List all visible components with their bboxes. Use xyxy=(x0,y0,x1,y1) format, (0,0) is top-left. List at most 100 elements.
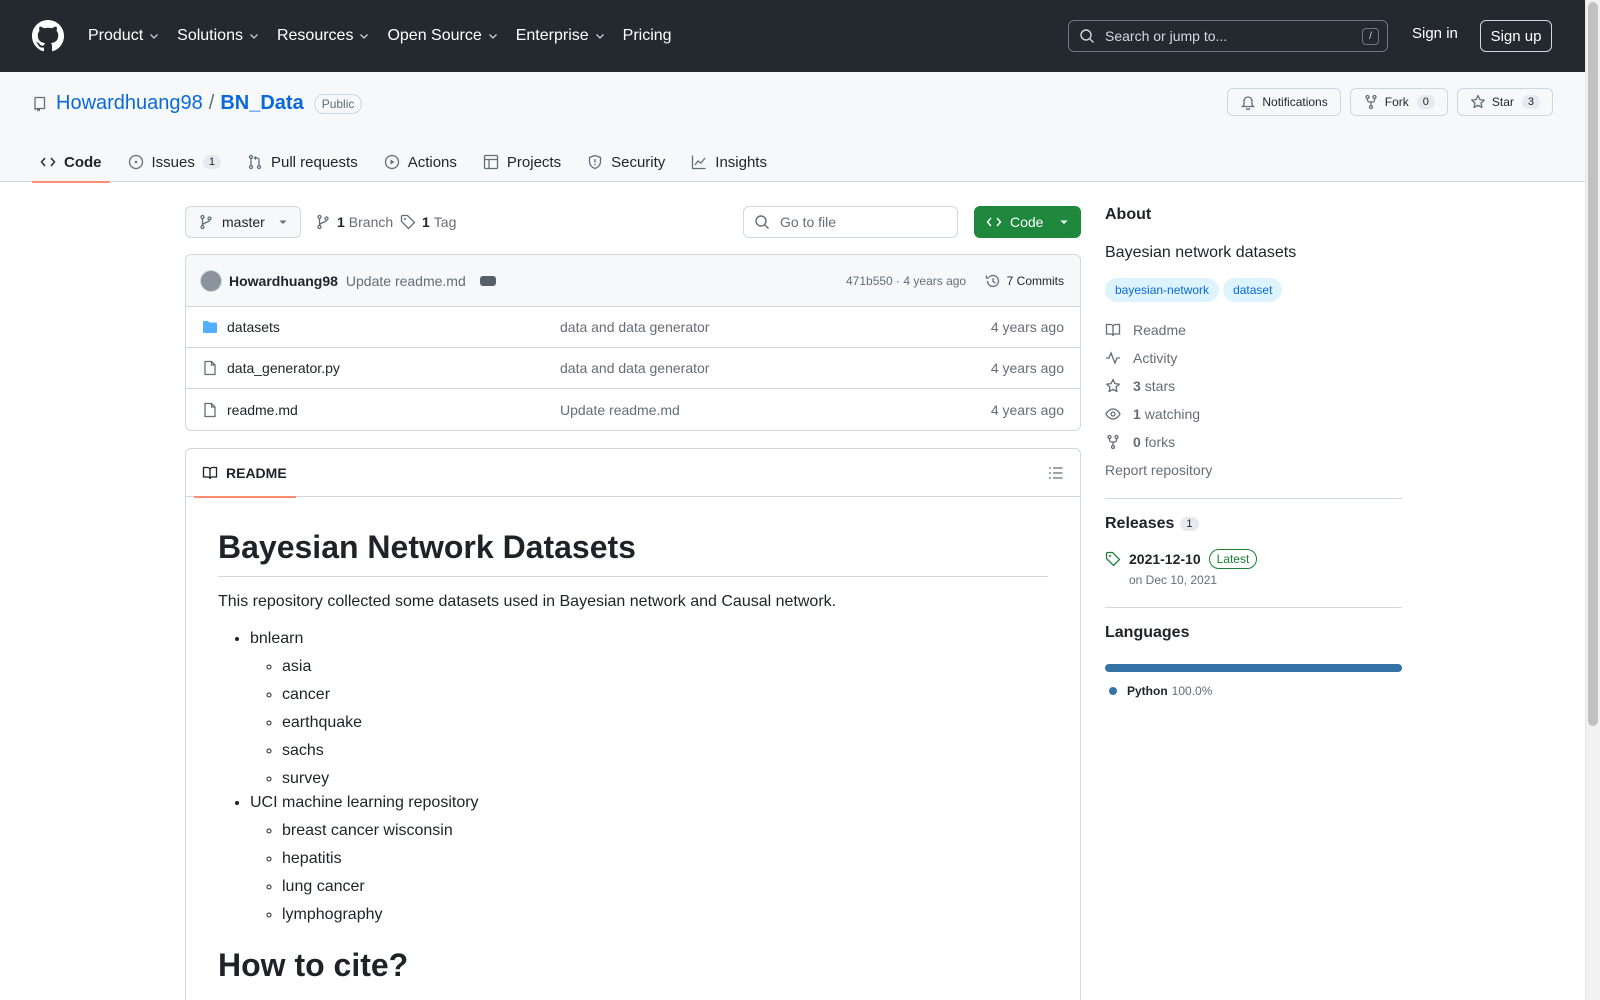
repo-path-separator: / xyxy=(208,92,215,114)
readme-link[interactable]: Readme xyxy=(1105,322,1402,338)
releases-count: 1 xyxy=(1180,517,1199,531)
list-item: breast cancer wisconsin xyxy=(282,819,1048,843)
page-scrollbar[interactable] xyxy=(1585,0,1600,1000)
file-row[interactable]: datasets data and data generator 4 years… xyxy=(186,307,1080,348)
nav-enterprise-label: Enterprise xyxy=(515,27,589,44)
tab-insights[interactable]: Insights xyxy=(683,142,775,182)
nav-solutions-label: Solutions xyxy=(177,27,243,44)
list-item: UCI machine learning repository breast c… xyxy=(250,791,1048,927)
tab-actions[interactable]: Actions xyxy=(376,142,465,182)
watching-label: watching xyxy=(1144,406,1201,422)
stars-count: 3 xyxy=(1133,378,1141,394)
file-name-link[interactable]: data_generator.py xyxy=(227,360,340,376)
file-commit-message[interactable]: data and data generator xyxy=(560,319,709,335)
branch-name: master xyxy=(222,214,265,230)
caret-down-icon xyxy=(279,220,287,224)
file-name-link[interactable]: readme.md xyxy=(227,402,298,418)
fork-button[interactable]: Fork 0 xyxy=(1349,88,1448,116)
tab-actions-label: Actions xyxy=(407,153,457,171)
list-item: cancer xyxy=(282,683,1048,707)
file-name-link[interactable]: datasets xyxy=(227,319,280,335)
branch-selector[interactable]: master xyxy=(185,206,301,238)
author-avatar[interactable] xyxy=(200,269,222,292)
list-icon[interactable] xyxy=(1048,465,1064,481)
search-placeholder: Search or jump to... xyxy=(1105,28,1228,44)
stars-link[interactable]: 3 stars xyxy=(1105,378,1402,394)
file-row[interactable]: data_generator.py data and data generato… xyxy=(186,348,1080,389)
nav-open-source[interactable]: Open Source xyxy=(387,27,498,45)
tab-projects[interactable]: Projects xyxy=(475,142,569,182)
commit-message-link[interactable]: Update readme.md xyxy=(346,273,466,289)
nav-pricing[interactable]: Pricing xyxy=(623,27,672,45)
star-icon xyxy=(1106,378,1120,393)
dataset-sublist: breast cancer wisconsin hepatitis lung c… xyxy=(250,819,1048,927)
global-search-input[interactable]: Search or jump to... / xyxy=(1068,20,1388,52)
latest-release[interactable]: 2021-12-10 Latest on Dec 10, 2021 xyxy=(1105,549,1402,587)
go-to-file-input[interactable]: Go to file xyxy=(743,206,958,238)
repo-name-link[interactable]: BN_Data xyxy=(220,92,303,115)
file-icon xyxy=(204,402,216,417)
releases-title: Releases xyxy=(1105,515,1175,532)
language-name: Python xyxy=(1127,684,1168,698)
global-nav: Product Solutions Resources Open Source … xyxy=(88,27,689,45)
file-commit-message[interactable]: Update readme.md xyxy=(560,402,680,418)
tab-pull-requests[interactable]: Pull requests xyxy=(239,142,366,182)
tags-link[interactable]: 1 Tag xyxy=(400,214,456,230)
commits-history-link[interactable]: 7 Commits xyxy=(985,273,1064,289)
search-icon xyxy=(1080,29,1094,43)
chevron-down-icon xyxy=(150,34,159,39)
readme-tab[interactable]: README xyxy=(194,449,296,498)
list-item: lung cancer xyxy=(282,875,1048,899)
language-item[interactable]: Python 100.0% xyxy=(1105,684,1402,698)
tab-issues[interactable]: Issues 1 xyxy=(120,142,229,182)
commit-sha-age[interactable]: 471b550 · 4 years ago xyxy=(846,274,966,288)
list-item: asia xyxy=(282,655,1048,679)
star-button[interactable]: Star 3 xyxy=(1456,88,1553,116)
sign-in-link[interactable]: Sign in xyxy=(1412,25,1458,42)
code-icon xyxy=(40,157,56,167)
scrollbar-thumb[interactable] xyxy=(1588,2,1598,726)
topic-list: bayesian-network dataset xyxy=(1105,278,1402,302)
topic-tag[interactable]: bayesian-network xyxy=(1105,278,1220,302)
eye-icon xyxy=(1105,408,1121,420)
nav-resources[interactable]: Resources xyxy=(277,27,370,45)
branch-count: 1 xyxy=(337,214,345,230)
forks-link[interactable]: 0 forks xyxy=(1105,434,1402,450)
github-logo-icon[interactable] xyxy=(32,20,64,52)
notifications-button[interactable]: Notifications xyxy=(1227,88,1341,116)
tag-icon xyxy=(1105,551,1121,567)
forks-label: forks xyxy=(1144,434,1176,450)
pull-request-icon xyxy=(248,154,262,170)
pulse-icon xyxy=(1106,351,1120,365)
list-item: survey xyxy=(282,767,1048,791)
releases-heading[interactable]: Releases 1 xyxy=(1105,515,1402,533)
release-tagline: 2021-12-10 Latest xyxy=(1129,549,1258,569)
nav-enterprise[interactable]: Enterprise xyxy=(516,27,606,45)
latest-commit-bar: Howardhuang98 Update readme.md 471b550 ·… xyxy=(186,255,1080,307)
sign-up-button[interactable]: Sign up xyxy=(1480,20,1552,52)
tab-code[interactable]: Code xyxy=(32,142,110,183)
repo-owner-link[interactable]: Howardhuang98 xyxy=(56,92,203,115)
book-icon xyxy=(1105,323,1121,337)
list-item: lymphography xyxy=(282,903,1048,927)
code-dropdown-button[interactable]: Code xyxy=(974,206,1081,238)
chevron-down-icon xyxy=(595,34,604,39)
nav-product[interactable]: Product xyxy=(88,27,160,45)
branch-label: Branch xyxy=(348,214,394,230)
ellipsis-icon[interactable] xyxy=(479,275,496,286)
commit-author-link[interactable]: Howardhuang98 xyxy=(229,273,338,289)
activity-link[interactable]: Activity xyxy=(1105,350,1402,366)
release-tag-name[interactable]: 2021-12-10 xyxy=(1129,551,1201,567)
watching-link[interactable]: 1 watching xyxy=(1105,406,1402,422)
nav-solutions[interactable]: Solutions xyxy=(177,27,260,45)
branches-link[interactable]: 1 Branch xyxy=(315,214,393,230)
code-icon xyxy=(986,217,1002,227)
file-age: 4 years ago xyxy=(990,360,1064,376)
report-repository-label: Report repository xyxy=(1105,462,1213,478)
file-commit-message[interactable]: data and data generator xyxy=(560,360,709,376)
tab-insights-label: Insights xyxy=(715,153,767,171)
topic-tag[interactable]: dataset xyxy=(1223,278,1283,302)
file-row[interactable]: readme.md Update readme.md 4 years ago xyxy=(186,389,1080,430)
report-repository-link[interactable]: Report repository xyxy=(1105,462,1402,478)
tab-security[interactable]: Security xyxy=(579,142,673,182)
